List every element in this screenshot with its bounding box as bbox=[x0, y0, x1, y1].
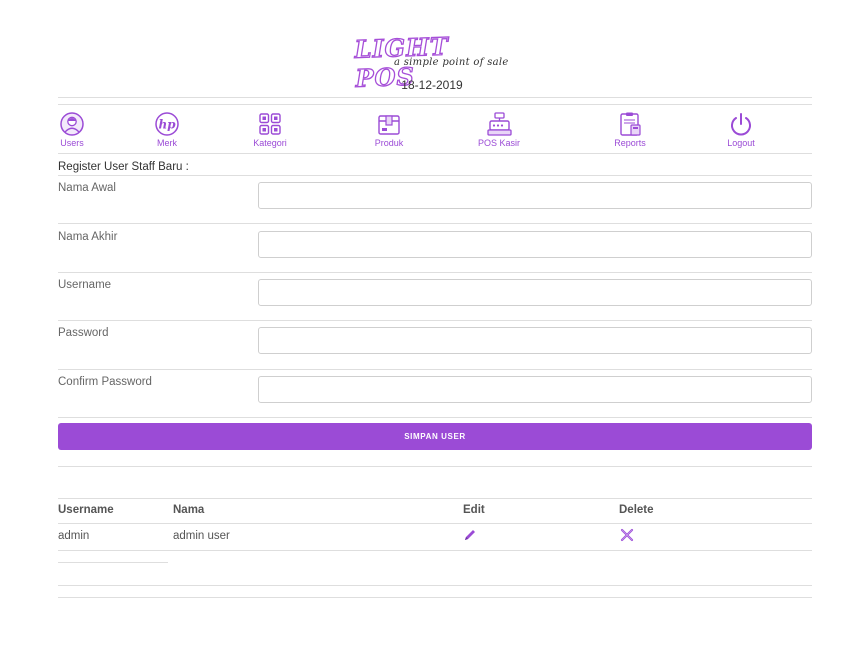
row-username: admin bbox=[58, 530, 90, 542]
nav-label-produk: Produk bbox=[374, 138, 404, 148]
hp-brand-icon: hp bbox=[155, 112, 179, 136]
password-label: Password bbox=[58, 327, 109, 339]
nav-label-pos-kasir: POS Kasir bbox=[477, 138, 520, 148]
page-header: LIGHT POS a simple point of sale 18-12-2… bbox=[0, 0, 864, 100]
confirm-password-label: Confirm Password bbox=[58, 376, 152, 388]
save-user-button[interactable]: SIMPAN USER bbox=[58, 423, 812, 450]
category-grid-icon bbox=[259, 113, 281, 135]
main-nav: Users hp Merk Kategori Produk POS Kasir … bbox=[58, 106, 812, 152]
nama-akhir-label: Nama Akhir bbox=[58, 231, 118, 243]
svg-text:hp: hp bbox=[158, 118, 176, 132]
nav-label-logout: Logout bbox=[727, 138, 755, 148]
divider bbox=[58, 585, 812, 586]
nav-item-reports[interactable]: Reports bbox=[590, 110, 670, 148]
nav-item-pos-kasir[interactable]: POS Kasir bbox=[459, 110, 539, 148]
form-row-username: Username bbox=[58, 272, 812, 320]
nav-label-reports: Reports bbox=[614, 138, 646, 148]
row-nama: admin user bbox=[173, 530, 230, 542]
divider bbox=[58, 153, 812, 154]
cash-register-icon bbox=[487, 112, 512, 136]
pencil-icon[interactable] bbox=[463, 528, 477, 542]
form-row-password: Password bbox=[58, 320, 812, 368]
table-bottom-border bbox=[58, 550, 812, 551]
product-box-icon bbox=[378, 115, 400, 135]
divider bbox=[58, 104, 812, 105]
nav-label-users: Users bbox=[60, 138, 84, 148]
power-icon bbox=[731, 113, 751, 136]
username-label: Username bbox=[58, 279, 112, 291]
nama-awal-label: Nama Awal bbox=[58, 182, 116, 194]
nav-item-kategori[interactable]: Kategori bbox=[230, 110, 310, 148]
divider bbox=[58, 466, 812, 467]
logo-subtitle: a simple point of sale bbox=[394, 57, 509, 68]
nav-item-users[interactable]: Users bbox=[32, 110, 112, 148]
divider bbox=[58, 417, 812, 418]
form-row-confirm-password: Confirm Password bbox=[58, 369, 812, 417]
close-x-icon[interactable] bbox=[620, 528, 634, 542]
report-clipboard-icon bbox=[620, 112, 641, 136]
column-header-nama: Nama bbox=[173, 504, 205, 516]
divider bbox=[58, 597, 812, 598]
confirm-password-input[interactable] bbox=[258, 376, 812, 403]
nav-label-kategori: Kategori bbox=[253, 138, 287, 148]
column-header-username: Username bbox=[58, 504, 114, 516]
nav-label-merk: Merk bbox=[157, 138, 177, 148]
nama-akhir-input[interactable] bbox=[258, 231, 812, 258]
form-row-nama-akhir: Nama Akhir bbox=[58, 224, 812, 272]
password-input[interactable] bbox=[258, 327, 812, 354]
current-date: 18-12-2019 bbox=[401, 78, 463, 92]
divider bbox=[58, 523, 812, 524]
nav-item-merk[interactable]: hp Merk bbox=[127, 110, 207, 148]
column-header-edit: Edit bbox=[463, 504, 485, 516]
nav-item-logout[interactable]: Logout bbox=[701, 110, 781, 148]
username-input[interactable] bbox=[258, 279, 812, 306]
column-header-delete: Delete bbox=[619, 504, 654, 516]
nama-awal-input[interactable] bbox=[258, 182, 812, 209]
nav-item-produk[interactable]: Produk bbox=[349, 110, 429, 148]
user-avatar-icon bbox=[60, 112, 84, 136]
divider bbox=[58, 97, 812, 98]
form-title: Register User Staff Baru : bbox=[58, 161, 189, 173]
light-pos-logo: LIGHT POS a simple point of sale bbox=[352, 30, 512, 94]
table-top-border bbox=[58, 498, 812, 499]
form-row-nama-awal: Nama Awal bbox=[58, 175, 812, 223]
divider bbox=[58, 562, 168, 563]
